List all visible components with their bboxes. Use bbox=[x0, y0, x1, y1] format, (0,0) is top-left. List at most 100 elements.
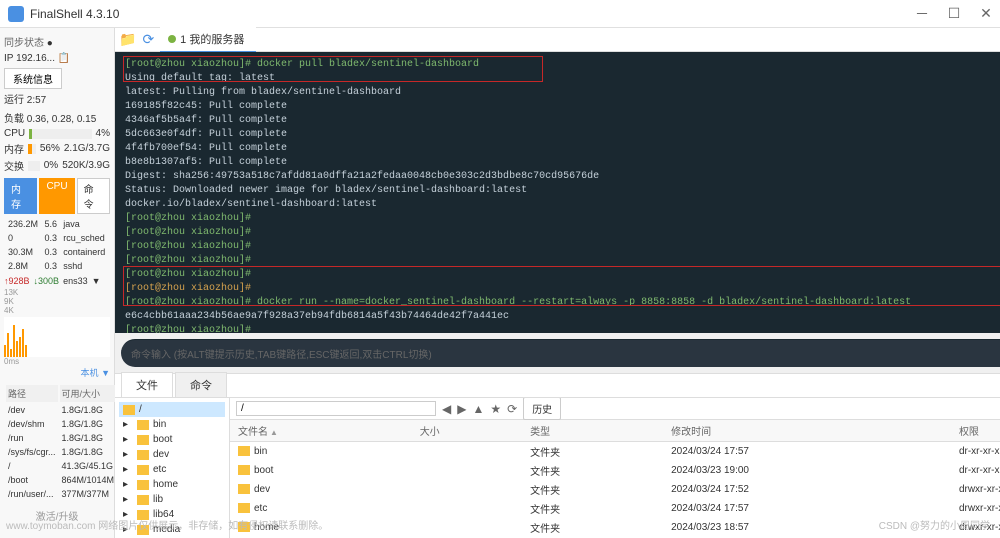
net-iface: ens33 bbox=[63, 276, 88, 286]
sidebar: 同步状态 ● IP 192.16... 📋 系统信息 运行 2:57 负载 0.… bbox=[0, 28, 115, 538]
maximize-icon[interactable]: ☐ bbox=[948, 8, 960, 20]
terminal-line: [root@zhou xiaozhou]# bbox=[125, 268, 1000, 282]
col-size[interactable]: 大小 bbox=[412, 420, 522, 442]
status-dot-icon bbox=[168, 35, 176, 43]
tree-root[interactable]: / bbox=[119, 402, 225, 417]
tab-files[interactable]: 文件 bbox=[121, 372, 173, 397]
terminal-line: [root@zhou xiaozhou]# bbox=[125, 240, 1000, 254]
command-input-bar: 命令输入 (按ALT键提示历史,TAB键路径,ESC键返回,双击CTRL切换) … bbox=[121, 339, 1000, 367]
tree-item[interactable]: ▸etc bbox=[119, 462, 225, 477]
tree-item[interactable]: ▸home bbox=[119, 477, 225, 492]
tab-cmd[interactable]: 命令 bbox=[77, 178, 110, 214]
uptime-label: 运行 bbox=[4, 95, 24, 106]
proc-row: 236.2M5.6java bbox=[6, 218, 108, 230]
terminal-line: docker.io/bladex/sentinel-dashboard:late… bbox=[125, 198, 1000, 212]
folder-open-icon[interactable]: 📁 bbox=[119, 31, 136, 48]
local-label[interactable]: 本机 bbox=[81, 368, 99, 378]
load-value: 0.36, 0.28, 0.15 bbox=[27, 114, 97, 125]
uptime-value: 2:57 bbox=[27, 95, 46, 106]
tab-bar: 📁 ⟳ 1 我的服务器 bbox=[115, 28, 1000, 52]
terminal-line: [root@zhou xiaozhou]# bbox=[125, 324, 1000, 333]
terminal-line: Digest: sha256:49753a518c7afdd81a0dffa21… bbox=[125, 170, 1000, 184]
tab-commands[interactable]: 命令 bbox=[175, 372, 227, 397]
terminal-line: Using default tag: latest bbox=[125, 72, 1000, 86]
forward-icon[interactable]: ▶ bbox=[457, 402, 466, 416]
file-row[interactable]: bin文件夹2024/03/24 17:57dr-xr-xr-xroot/roo… bbox=[230, 442, 1000, 462]
folder-icon bbox=[137, 420, 149, 430]
network-chart bbox=[4, 317, 110, 357]
tab-label: 1 我的服务器 bbox=[180, 31, 244, 47]
bottom-panel: 文件 命令 / ▸bin▸boot▸dev▸etc▸home▸lib▸lib64… bbox=[115, 373, 1000, 538]
disk-row: /dev1.8G/1.8G bbox=[6, 404, 116, 416]
folder-icon bbox=[137, 480, 149, 490]
col-type[interactable]: 类型 bbox=[522, 420, 663, 442]
sync-dot: ● bbox=[47, 38, 53, 49]
refresh-icon[interactable]: ⟳ bbox=[142, 31, 154, 48]
file-row[interactable]: boot文件夹2024/03/23 19:00dr-xr-xr-xroot/ro… bbox=[230, 461, 1000, 480]
server-tab[interactable]: 1 我的服务器 bbox=[160, 27, 256, 53]
terminal[interactable]: [root@zhou xiaozhou]# docker pull bladex… bbox=[115, 52, 1000, 333]
ip-label: IP bbox=[4, 53, 13, 64]
terminal-line: [root@zhou xiaozhou]# docker run --name=… bbox=[125, 296, 1000, 310]
col-perm[interactable]: 权限 bbox=[951, 420, 1000, 442]
terminal-line: [root@zhou xiaozhou]# bbox=[125, 212, 1000, 226]
app-icon bbox=[8, 6, 24, 22]
back-icon[interactable]: ◀ bbox=[442, 402, 451, 416]
disk-row: /run/user/...377M/377M bbox=[6, 488, 116, 500]
tab-cpu[interactable]: CPU bbox=[39, 178, 74, 214]
file-row[interactable]: etc文件夹2024/03/24 17:57drwxr-xr-xroot/roo… bbox=[230, 499, 1000, 518]
tree-item[interactable]: ▸lib bbox=[119, 492, 225, 507]
disk-row: /41.3G/45.1G bbox=[6, 460, 116, 472]
system-info-button[interactable]: 系统信息 bbox=[4, 68, 62, 89]
minimize-icon[interactable]: － bbox=[916, 8, 928, 20]
col-name[interactable]: 文件名▲ bbox=[230, 420, 412, 442]
folder-icon bbox=[238, 484, 250, 494]
app-title: FinalShell 4.3.10 bbox=[30, 7, 119, 21]
disk-row: /dev/shm1.8G/1.8G bbox=[6, 418, 116, 430]
terminal-line: Status: Downloaded newer image for blade… bbox=[125, 184, 1000, 198]
col-mtime[interactable]: 修改时间 bbox=[663, 420, 951, 442]
tree-item[interactable]: ▸bin bbox=[119, 417, 225, 432]
close-icon[interactable]: ✕ bbox=[980, 8, 992, 20]
folder-icon bbox=[137, 465, 149, 475]
folder-icon bbox=[137, 495, 149, 505]
tree-item[interactable]: ▸boot bbox=[119, 432, 225, 447]
proc-row: 2.8M0.3sshd bbox=[6, 260, 108, 272]
chevron-down-icon[interactable]: ▼ bbox=[101, 368, 110, 378]
proc-row: 30.3M0.3containerd bbox=[6, 246, 108, 258]
terminal-line: 4f4fb700ef54: Pull complete bbox=[125, 142, 1000, 156]
copy-icon[interactable]: 📋 bbox=[58, 53, 70, 64]
net-down: ↓300B bbox=[34, 276, 60, 286]
chevron-down-icon[interactable]: ▼ bbox=[92, 276, 101, 286]
load-label: 负载 bbox=[4, 114, 24, 125]
star-icon[interactable]: ★ bbox=[490, 402, 501, 416]
titlebar: FinalShell 4.3.10 － ☐ ✕ bbox=[0, 0, 1000, 28]
process-table: 236.2M5.6java 00.3rcu_sched 30.3M0.3cont… bbox=[4, 216, 110, 274]
disk-row: /run1.8G/1.8G bbox=[6, 432, 116, 444]
terminal-line: 5dc663e0f4df: Pull complete bbox=[125, 128, 1000, 142]
tab-mem[interactable]: 内存 bbox=[4, 178, 37, 214]
folder-icon bbox=[238, 446, 250, 456]
folder-icon bbox=[123, 405, 135, 415]
folder-icon bbox=[238, 465, 250, 475]
file-row[interactable]: dev文件夹2024/03/24 17:52drwxr-xr-xroot/roo… bbox=[230, 480, 1000, 499]
terminal-line: e6c4cbb61aaa234b56ae9a7f928a37eb94fdb681… bbox=[125, 310, 1000, 324]
folder-icon bbox=[137, 435, 149, 445]
terminal-line: [root@zhou xiaozhou]# docker pull bladex… bbox=[125, 58, 1000, 72]
folder-icon bbox=[137, 450, 149, 460]
path-input[interactable] bbox=[236, 401, 436, 416]
swap-value: 520K/3.9G bbox=[62, 160, 110, 171]
up-icon[interactable]: ▲ bbox=[472, 402, 484, 416]
terminal-line: [root@zhou xiaozhou]# bbox=[125, 254, 1000, 268]
tree-item[interactable]: ▸dev bbox=[119, 447, 225, 462]
command-hint[interactable]: 命令输入 (按ALT键提示历史,TAB键路径,ESC键返回,双击CTRL切换) bbox=[131, 346, 1000, 361]
terminal-line: 4346af5b5a4f: Pull complete bbox=[125, 114, 1000, 128]
net-up: ↑928B bbox=[4, 276, 30, 286]
disk-row: /sys/fs/cgr...1.8G/1.8G bbox=[6, 446, 116, 458]
terminal-line: [root@zhou xiaozhou]# bbox=[125, 282, 1000, 296]
terminal-line: b8e8b1307af5: Pull complete bbox=[125, 156, 1000, 170]
refresh-icon[interactable]: ⟳ bbox=[507, 402, 517, 416]
ip-value: 192.16... bbox=[16, 53, 55, 64]
terminal-line: latest: Pulling from bladex/sentinel-das… bbox=[125, 86, 1000, 100]
file-history-button[interactable]: 历史 bbox=[523, 398, 561, 420]
